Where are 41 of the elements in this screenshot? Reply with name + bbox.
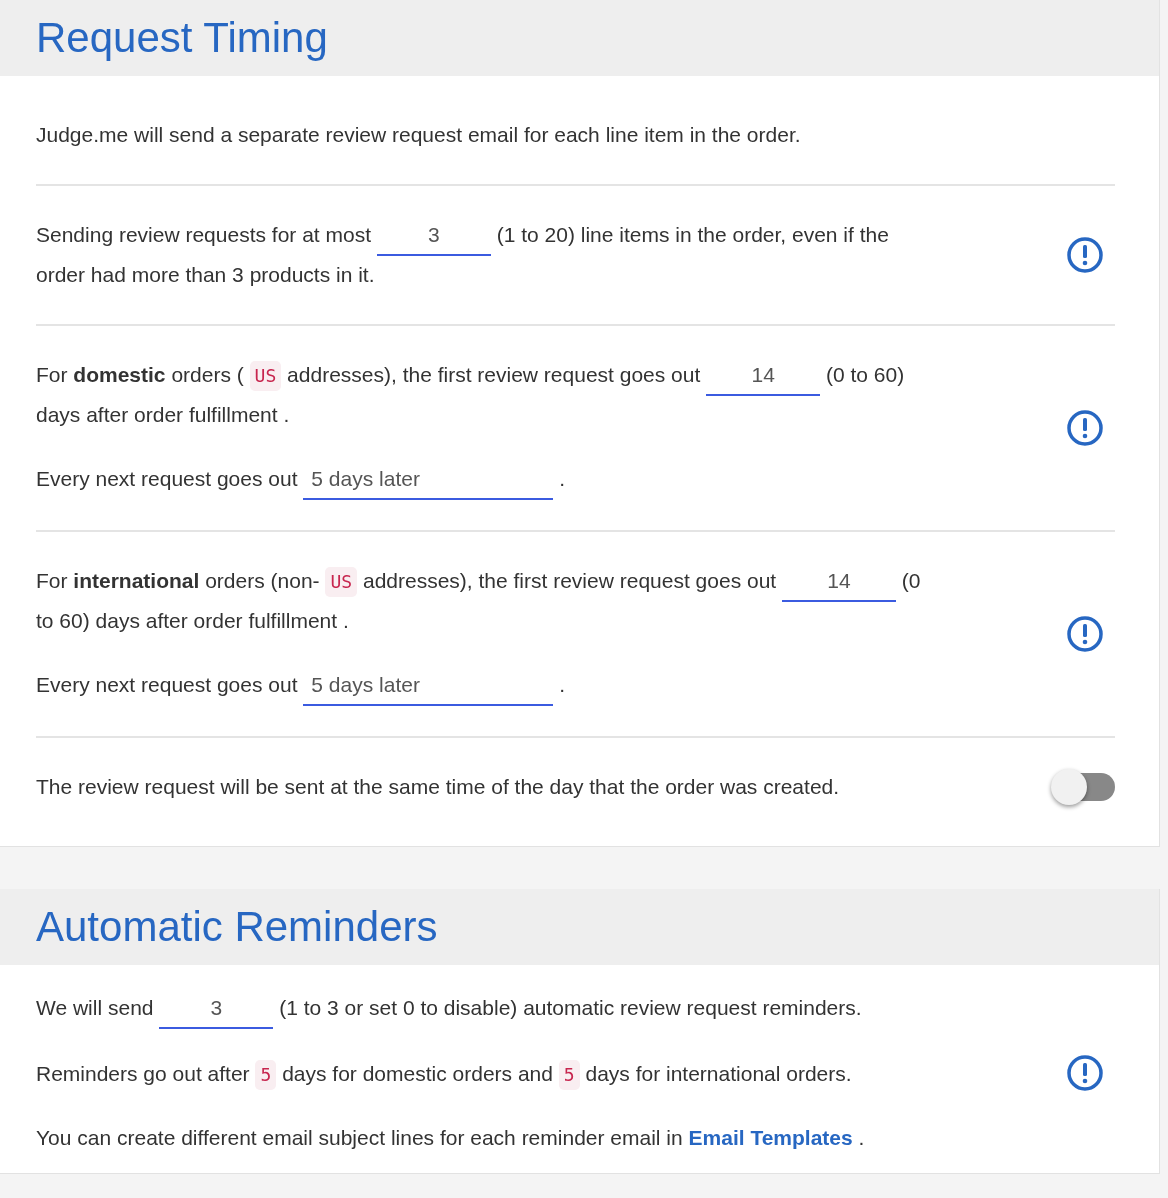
body-text: addresses), the first review request goes out <box>362 568 777 594</box>
body-text: We will send <box>36 995 154 1021</box>
body-text: order had more than 3 products in it. <box>36 262 375 288</box>
section-title: Request Timing <box>36 14 328 62</box>
body-text: . <box>559 672 566 698</box>
email-templates-link[interactable]: Email Templates <box>688 1126 853 1149</box>
info-icon[interactable] <box>1066 615 1104 653</box>
body-text: . <box>559 466 566 492</box>
number-field[interactable]: 14 <box>782 562 896 602</box>
info-icon[interactable] <box>1066 236 1104 274</box>
code-tag: US <box>249 361 282 391</box>
body-text: (1 to 3 or set 0 to disable) automatic review request reminders. <box>279 995 862 1021</box>
section-title: Automatic Reminders <box>36 903 438 951</box>
body-text: days for domestic orders and <box>282 1061 553 1087</box>
info-icon[interactable] <box>1066 409 1104 447</box>
number-field[interactable]: 14 <box>706 356 821 396</box>
body-text: Every next request goes out <box>36 672 298 698</box>
select-field[interactable]: 5 days later <box>303 666 554 706</box>
code-tag: 5 <box>255 1060 277 1090</box>
body-text: The review request will be sent at the same time of the day that the order was created. <box>36 774 840 800</box>
number-field[interactable]: 3 <box>376 216 491 256</box>
body-text: (0 to 60) <box>826 362 905 388</box>
info-icon[interactable] <box>1066 1054 1104 1092</box>
body-text: (0 <box>901 568 921 594</box>
body-text: Every next request goes out <box>36 466 298 492</box>
body-text: Reminders go out after <box>36 1061 250 1087</box>
body-text: to 60) days after order fulfillment . <box>36 608 349 634</box>
code-tag: US <box>325 567 358 597</box>
body-text: You can create different email subject lines for each reminder email in <box>36 1125 683 1151</box>
body-text: days for international orders. <box>585 1061 852 1087</box>
code-tag: 5 <box>558 1060 580 1090</box>
body-text: (1 to 20) line items in the order, even if the <box>496 222 889 248</box>
body-text: Judge.me will send a separate review request email for each line item in the order. <box>36 122 801 148</box>
body-text: days after order fulfillment . <box>36 402 290 428</box>
body-text: addresses), the first review request goes out <box>287 362 701 388</box>
body-text: For domestic orders ( <box>36 362 244 388</box>
body-text: Sending review requests for at most <box>36 222 371 248</box>
select-field[interactable]: 5 days later <box>303 460 554 500</box>
number-field[interactable]: 3 <box>159 989 274 1029</box>
body-text: For international orders (non- <box>36 568 320 594</box>
body-text: . <box>858 1125 865 1151</box>
